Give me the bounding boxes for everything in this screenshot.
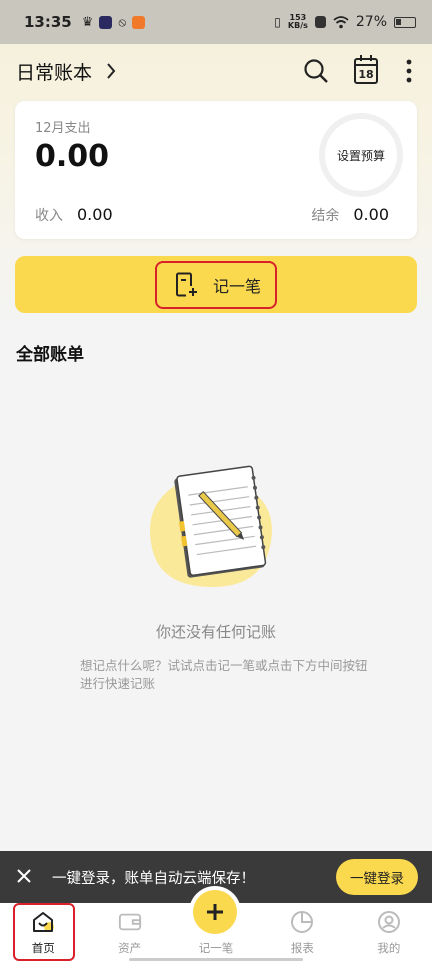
quick-add-button[interactable] xyxy=(193,890,237,934)
budget-label: 设置预算 xyxy=(336,148,385,163)
calendar-day: 18 xyxy=(358,68,374,81)
battery-percent: 27% xyxy=(355,14,387,30)
nav-mine[interactable]: 我的 xyxy=(346,903,432,964)
balance-label: 结余 xyxy=(311,208,340,224)
income-value: 0.00 xyxy=(77,205,113,224)
chevron-right-icon xyxy=(107,63,116,79)
status-bar: 13:35 ♛ ⦸ ▯ 153 KB/s 27% xyxy=(0,0,432,44)
calendar-icon[interactable]: 18 xyxy=(352,55,380,85)
book-title: 日常账本 xyxy=(16,61,93,84)
home-indicator xyxy=(129,958,303,961)
expense-value: 0.00 xyxy=(35,139,110,174)
nav-record-label: 记一笔 xyxy=(198,941,234,955)
set-budget-button[interactable]: 设置预算 xyxy=(319,113,403,197)
orange-app-icon xyxy=(132,15,146,29)
section-title: 全部账单 xyxy=(16,345,84,365)
video-app-icon xyxy=(99,15,113,29)
book-selector[interactable]: 日常账本 xyxy=(16,58,116,85)
income-label: 收入 xyxy=(35,208,63,224)
nav-assets[interactable]: 资产 xyxy=(86,903,172,964)
login-banner-text: 一键登录，账单自动云端保存！ xyxy=(52,870,255,887)
app-header: 日常账本 18 xyxy=(0,50,432,92)
empty-title: 你还没有任何记账 xyxy=(155,623,276,641)
plus-icon xyxy=(207,904,223,920)
crown-icon: ♛ xyxy=(81,14,94,30)
wifi-icon xyxy=(333,15,349,28)
balance-row: 结余 0.00 xyxy=(311,205,389,225)
close-icon[interactable] xyxy=(16,865,38,889)
add-record-highlight: 记一笔 xyxy=(154,260,277,309)
more-icon[interactable] xyxy=(402,57,416,85)
sim-x-icon xyxy=(314,16,326,28)
summary-card: 12月支出 0.00 设置预算 收入 0.00 结余 0.00 xyxy=(15,101,417,239)
battery-icon xyxy=(394,16,416,28)
one-click-login-button[interactable]: 一键登录 xyxy=(336,859,418,895)
nav-mine-label: 我的 xyxy=(377,941,401,955)
add-record-button[interactable]: 记一笔 xyxy=(15,256,417,313)
month-expense-label: 12月支出 xyxy=(35,121,91,136)
nav-assets-label: 资产 xyxy=(118,941,142,955)
net-speed-unit: KB/s xyxy=(287,21,308,30)
pie-chart-icon xyxy=(290,910,314,934)
net-speed: 153 KB/s xyxy=(288,14,308,30)
search-icon[interactable] xyxy=(302,57,330,85)
add-record-label: 记一笔 xyxy=(212,276,261,296)
home-highlight-box xyxy=(13,903,75,961)
empty-notebook-illustration xyxy=(149,465,272,587)
vibrate-icon: ▯ xyxy=(274,15,281,29)
profile-icon xyxy=(377,910,401,934)
balance-value: 0.00 xyxy=(353,205,389,224)
empty-description: 想记点什么呢？试试点击记一笔或点击下方中间按钮进行快速记账 xyxy=(80,658,368,691)
nav-reports[interactable]: 报表 xyxy=(259,903,345,964)
leaf-icon: ⦸ xyxy=(118,14,127,29)
income-row: 收入 0.00 xyxy=(35,205,113,225)
status-time: 13:35 xyxy=(24,13,72,31)
wallet-icon xyxy=(118,910,142,934)
nav-reports-label: 报表 xyxy=(290,941,314,955)
note-add-icon xyxy=(175,272,197,296)
